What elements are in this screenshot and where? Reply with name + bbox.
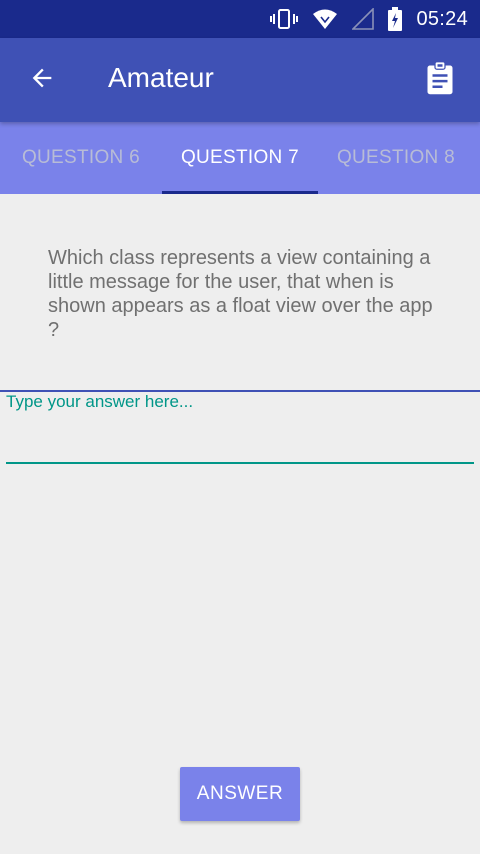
back-button[interactable] — [22, 60, 62, 100]
question-text: Which class represents a view containing… — [48, 247, 433, 341]
question-tabs: QUESTION 6 QUESTION 7 QUESTION 8 — [0, 122, 480, 194]
status-icons: 05:24 — [270, 0, 468, 38]
clipboard-button[interactable] — [420, 60, 460, 100]
tab-question-7[interactable]: QUESTION 7 — [162, 122, 318, 194]
answer-input[interactable] — [6, 414, 474, 464]
app-bar: Amateur — [0, 38, 480, 122]
tab-question-8[interactable]: QUESTION 8 — [318, 122, 474, 194]
wifi-icon — [312, 8, 338, 30]
arrow-back-icon — [28, 64, 56, 97]
answer-hint-label: Type your answer here... — [6, 392, 194, 411]
answer-button[interactable]: ANSWER — [180, 767, 300, 821]
battery-icon — [388, 7, 403, 31]
tab-question-6[interactable]: QUESTION 6 — [0, 122, 162, 194]
vibrate-icon — [270, 8, 299, 30]
signal-icon — [352, 8, 375, 30]
status-bar: 05:24 — [0, 0, 480, 38]
clipboard-icon — [425, 60, 455, 100]
status-clock: 05:24 — [416, 7, 468, 30]
page-title: Amateur — [108, 62, 214, 93]
